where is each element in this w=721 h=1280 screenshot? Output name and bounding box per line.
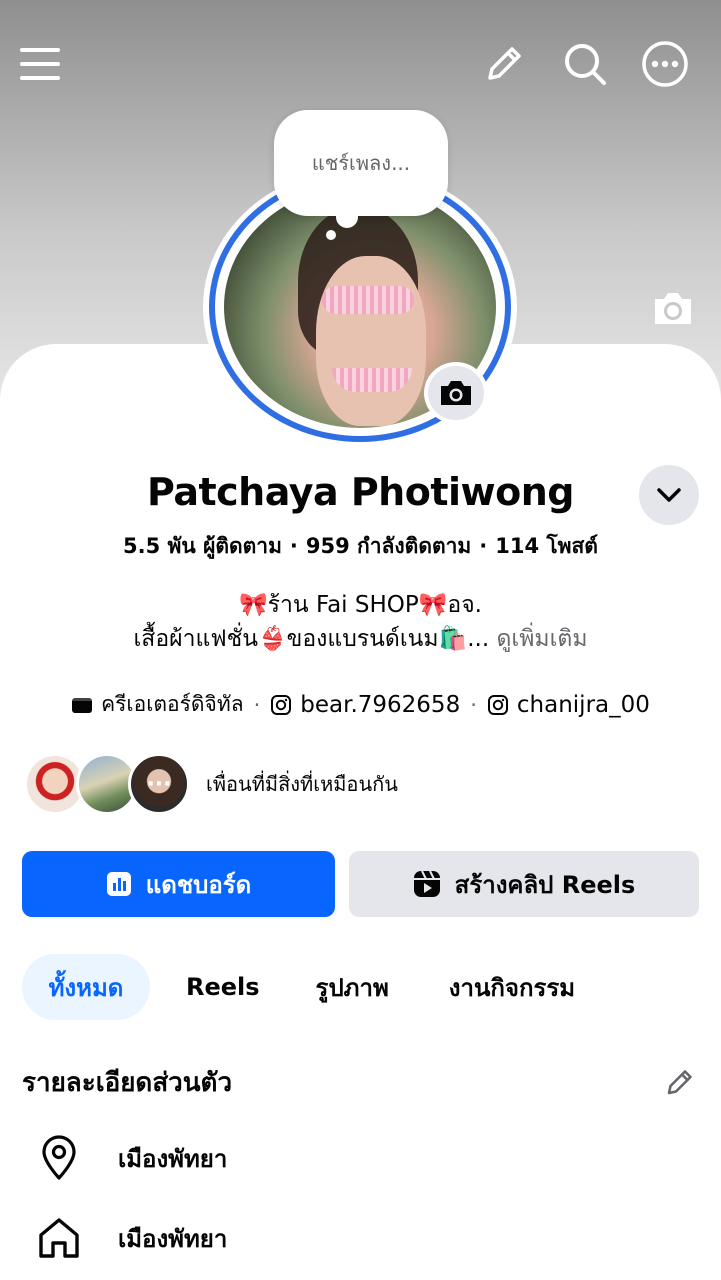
see-more-link[interactable]: ดูเพิ่มเติม (496, 626, 587, 652)
stats-separator: · (479, 534, 488, 558)
dashboard-button[interactable]: แดชบอร์ด (22, 851, 335, 917)
bio-line-2: เสื้อผ้าแฟชั่น👙ของแบรนด์เนม🛍️... (133, 626, 490, 652)
followers-count[interactable]: 5.5 พัน ผู้ติดตาม (123, 534, 282, 558)
links-separator: · (470, 692, 477, 717)
profile-switch-button[interactable] (639, 465, 699, 525)
instagram-icon (487, 694, 508, 715)
location-pin-icon (34, 1133, 84, 1183)
more-dots-icon: ··· (146, 771, 172, 797)
detail-current-city[interactable]: เมืองพัทยา (34, 1130, 694, 1186)
links-separator: · (253, 692, 261, 717)
avatar-camera-icon[interactable] (424, 362, 488, 424)
detail-hometown[interactable]: เมืองพัทยา (34, 1210, 694, 1266)
tab-reels[interactable]: Reels (186, 954, 260, 1020)
note-text: แชร์เพลง... (311, 151, 411, 175)
reels-icon (413, 870, 440, 897)
detail-hometown-text: เมืองพัทยา (118, 1224, 228, 1253)
edit-pencil-icon[interactable] (480, 40, 528, 88)
profile-links: ครีเอเตอร์ดิจิทัล · bear.7962658 · chani… (0, 688, 721, 721)
mutual-friends-row[interactable]: ··· เพื่อนที่มีสิ่งที่เหมือนกัน (24, 752, 398, 816)
tab-photos[interactable]: รูปภาพ (316, 954, 389, 1020)
profile-stats: 5.5 พัน ผู้ติดตาม · 959 กำลังติดตาม · 114 โพ… (0, 530, 721, 563)
tab-all[interactable]: ทั้งหมด (22, 954, 150, 1020)
tab-activities[interactable]: งานกิจกรรม (449, 954, 575, 1020)
edit-details-icon[interactable] (660, 1062, 700, 1102)
dashboard-button-label: แดชบอร์ด (145, 870, 252, 899)
create-reels-button-label: สร้างคลิป Reels (454, 870, 636, 899)
instagram-link-2[interactable]: chanijra_00 (487, 692, 650, 718)
instagram-handle-2: chanijra_00 (516, 691, 650, 718)
instagram-icon (271, 694, 292, 715)
creator-category[interactable]: ครีเอเตอร์ดิจิทัล (71, 688, 244, 721)
note-tail-dot (326, 230, 336, 240)
create-reels-button[interactable]: สร้างคลิป Reels (349, 851, 699, 917)
home-icon (34, 1213, 84, 1263)
cover-camera-icon[interactable] (650, 288, 696, 328)
instagram-link-1[interactable]: bear.7962658 (270, 692, 460, 718)
mutual-friends-text: เพื่อนที่มีสิ่งที่เหมือนกัน (206, 772, 398, 796)
following-count[interactable]: 959 กำลังติดตาม (306, 534, 471, 558)
bio-line-1: 🎀ร้าน Fai SHOP🎀อจ. (239, 592, 482, 618)
profile-name: Patchaya Photiwong (147, 470, 575, 514)
more-options-icon[interactable] (641, 40, 689, 88)
share-note-bubble[interactable]: แชร์เพลง... (274, 110, 448, 216)
details-section-title: รายละเอียดส่วนตัว (22, 1068, 233, 1098)
menu-icon[interactable] (16, 40, 64, 88)
mutual-friend-avatar: ··· (128, 753, 190, 815)
chevron-down-icon (657, 488, 681, 502)
stats-separator: · (289, 534, 298, 558)
profile-bio: 🎀ร้าน Fai SHOP🎀อจ. เสื้อผ้าแฟชั่น👙ของแบร… (0, 588, 721, 656)
search-icon[interactable] (561, 40, 609, 88)
creator-category-label: ครีเอเตอร์ดิจิทัล (101, 692, 244, 716)
instagram-handle-1: bear.7962658 (300, 691, 461, 718)
posts-count[interactable]: 114 โพสต์ (495, 534, 598, 558)
note-tail (336, 206, 358, 228)
dashboard-chart-icon (106, 872, 131, 896)
video-icon (72, 697, 93, 713)
detail-current-city-text: เมืองพัทยา (118, 1144, 228, 1173)
profile-tabs: ทั้งหมด Reels รูปภาพ งานกิจกรรม (22, 954, 575, 1020)
